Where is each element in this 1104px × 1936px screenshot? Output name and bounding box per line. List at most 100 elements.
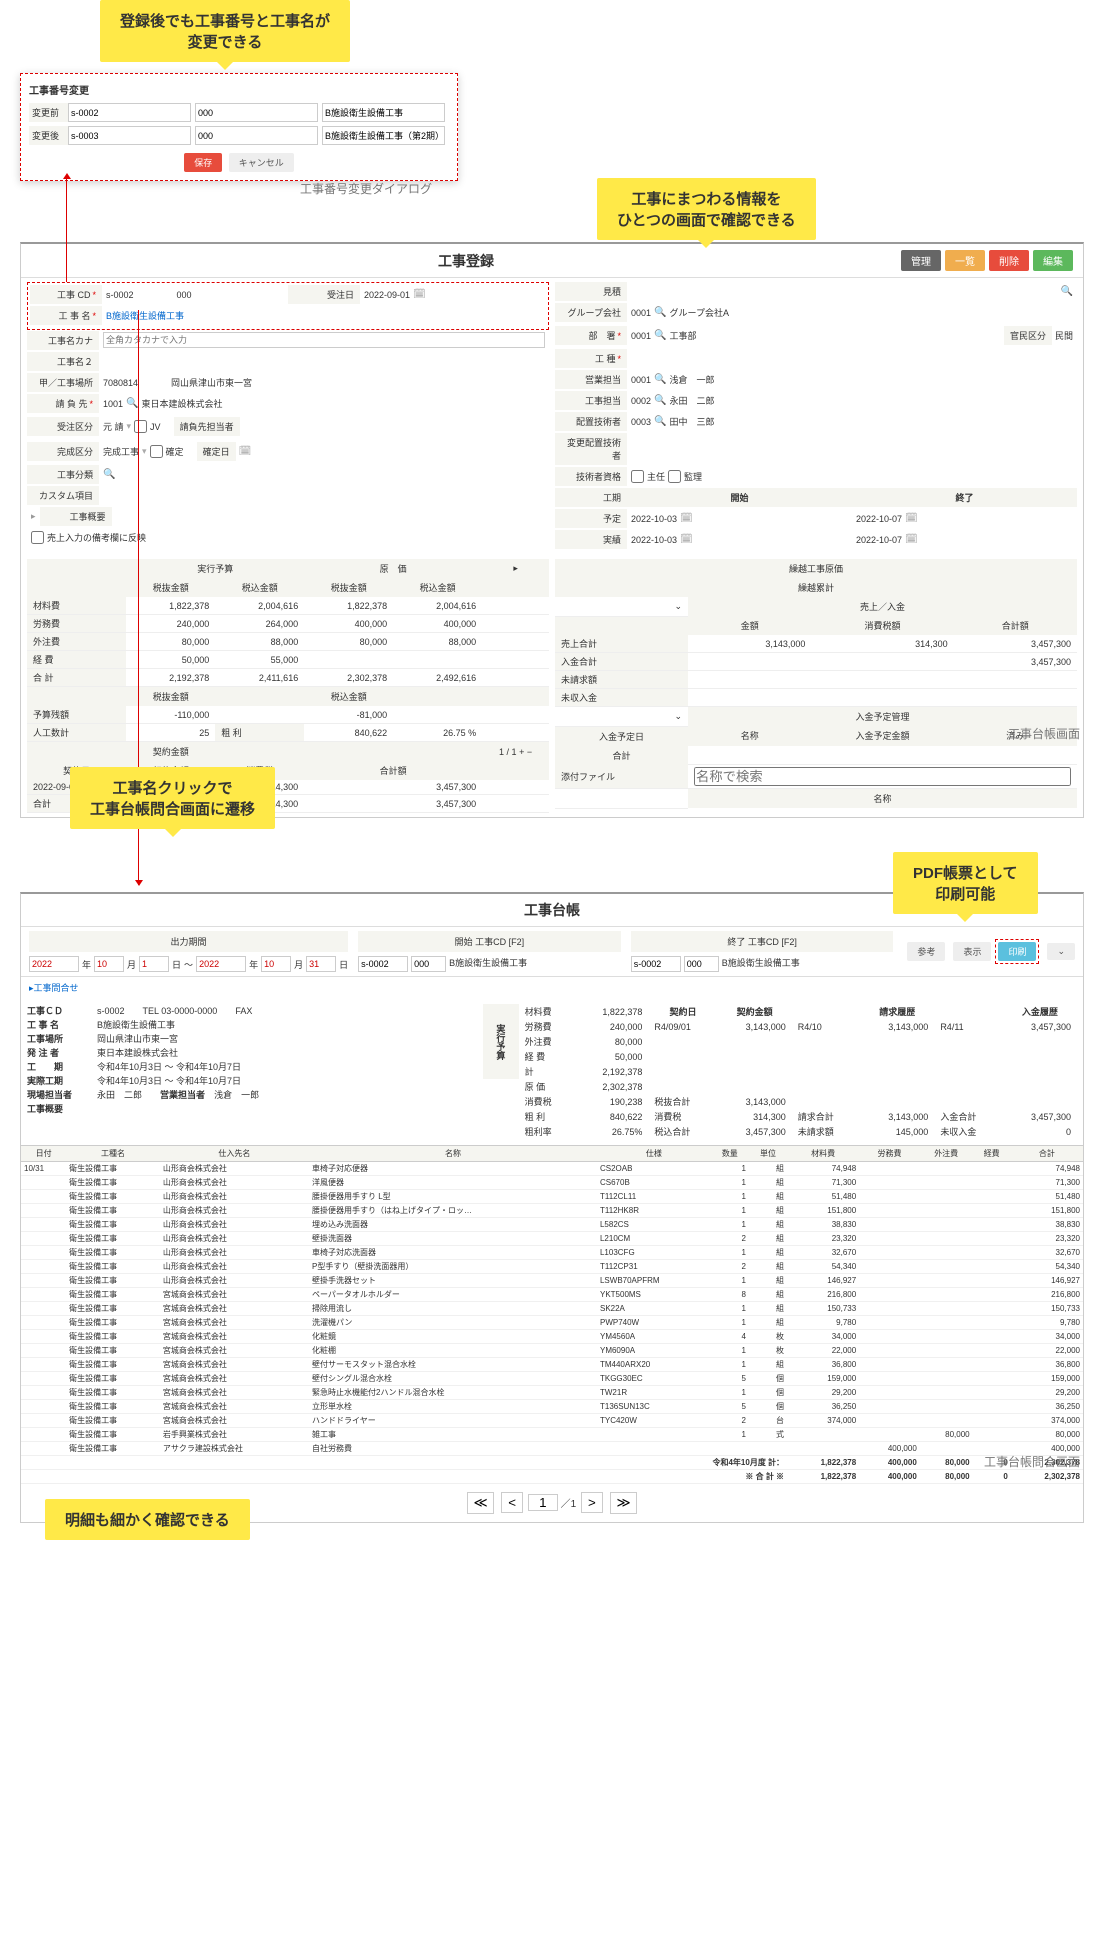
dialog-cancel-button[interactable]: キャンセル bbox=[229, 153, 294, 172]
table-row: 衛生設備工事宮城商会株式会社壁付シングル混合水栓TKGG30EC5個159,00… bbox=[21, 1372, 1083, 1386]
list-button[interactable]: 一覧 bbox=[945, 250, 985, 271]
carry-sales-table: 繰越工事原価 繰越累計 ⌄売上／入金 金額消費税額合計額 売上合計3,143,0… bbox=[555, 559, 1077, 809]
group-label: グループ会社 bbox=[555, 303, 627, 322]
search-icon[interactable]: 🔍 bbox=[654, 307, 666, 318]
name-label: 工 事 名* bbox=[30, 306, 102, 325]
endcd-input[interactable] bbox=[631, 956, 681, 972]
type-label: 工 種* bbox=[555, 349, 627, 368]
show-button[interactable]: 表示 bbox=[953, 942, 991, 961]
dialog-caption: 工事番号変更ダイアログ bbox=[300, 180, 432, 197]
y2-input[interactable] bbox=[196, 956, 246, 972]
table-row: 衛生設備工事山形商会株式会社車椅子対応洗面器L103CFG1組32,67032,… bbox=[21, 1246, 1083, 1260]
endsub-input[interactable] bbox=[684, 956, 719, 972]
sales-reflect-checkbox[interactable] bbox=[31, 531, 44, 544]
d2-input[interactable] bbox=[306, 956, 336, 972]
calendar-icon[interactable]: 🗓 bbox=[905, 534, 918, 545]
fixed-checkbox[interactable] bbox=[150, 445, 163, 458]
search-icon[interactable]: 🔍 bbox=[126, 398, 138, 409]
before-sub-input[interactable] bbox=[195, 103, 318, 122]
search-icon[interactable]: 🔍 bbox=[1061, 286, 1073, 297]
period-label: 出力期間 bbox=[29, 931, 348, 952]
prev-button[interactable]: < bbox=[501, 1492, 523, 1513]
quote-label: 見積 bbox=[555, 282, 627, 301]
delete-button[interactable]: 削除 bbox=[989, 250, 1029, 271]
search-icon[interactable]: 🔍 bbox=[654, 416, 666, 427]
search-icon[interactable]: 🔍 bbox=[103, 469, 115, 480]
qual1-checkbox[interactable] bbox=[631, 470, 644, 483]
const-label: 工事担当 bbox=[555, 391, 627, 410]
ref-button[interactable]: 参考 bbox=[907, 942, 945, 961]
expand-icon[interactable]: ▸ bbox=[27, 511, 40, 522]
table-row: 衛生設備工事宮城商会株式会社壁付サーモスタット混合水栓TM440ARX201組3… bbox=[21, 1358, 1083, 1372]
name-link[interactable]: B施設衛生設備工事 bbox=[106, 309, 184, 322]
table-row: 衛生設備工事山形商会株式会社腰掛便器用手すり L型T112CL111組51,48… bbox=[21, 1190, 1083, 1204]
before-name-input[interactable] bbox=[322, 103, 445, 122]
calendar-icon[interactable]: 🗓 bbox=[905, 513, 918, 524]
remove-icon[interactable]: − bbox=[527, 747, 532, 757]
inquiry-link[interactable]: ▸工事問合せ bbox=[29, 983, 79, 993]
table-row: 衛生設備工事山形商会株式会社壁掛手洗器セットLSWB70APFRM1組146,9… bbox=[21, 1274, 1083, 1288]
attach-search-input[interactable] bbox=[694, 767, 1071, 786]
period-label: 工期 bbox=[555, 488, 627, 507]
table-row: 衛生設備工事山形商会株式会社P型手すり（壁掛洗面器用）T112CP312組54,… bbox=[21, 1260, 1083, 1274]
expand-icon[interactable]: ⌄ bbox=[555, 707, 688, 727]
table-row: 10/31衛生設備工事山形商会株式会社車椅子対応便器CS2OAB1組74,948… bbox=[21, 1162, 1083, 1176]
arrow-dialog-to-cd bbox=[66, 178, 67, 282]
table-row: 衛生設備工事宮城商会株式会社ペーパータオルホルダーYKT500MS8組216,8… bbox=[21, 1288, 1083, 1302]
callout-pdf: PDF帳票として 印刷可能 bbox=[893, 852, 1038, 914]
qual2-checkbox[interactable] bbox=[668, 470, 681, 483]
chevron-down-icon[interactable]: ▾ bbox=[127, 421, 132, 432]
next-button[interactable]: > bbox=[581, 1492, 603, 1513]
chevron-down-icon[interactable]: ▾ bbox=[142, 446, 147, 457]
before-cd-input[interactable] bbox=[68, 103, 191, 122]
jv-checkbox[interactable] bbox=[134, 420, 147, 433]
edit-button[interactable]: 編集 bbox=[1033, 250, 1073, 271]
search-icon[interactable]: 🔍 bbox=[654, 374, 666, 385]
cd-value: s-0002 bbox=[106, 290, 134, 300]
sales-label: 営業担当 bbox=[555, 370, 627, 389]
order-label: 受注区分 bbox=[27, 417, 99, 436]
panel1-caption: 工事台帳画面 bbox=[1008, 725, 1080, 742]
after-sub-input[interactable] bbox=[195, 126, 318, 145]
startsub-input[interactable] bbox=[411, 956, 446, 972]
after-cd-input[interactable] bbox=[68, 126, 191, 145]
table-row: 衛生設備工事宮城商会株式会社洗濯機パンPWP740W1組9,7809,780 bbox=[21, 1316, 1083, 1330]
table-row: 衛生設備工事山形商会株式会社壁掛洗面器L210CM2組23,32023,320 bbox=[21, 1232, 1083, 1246]
startcd-input[interactable] bbox=[358, 956, 408, 972]
calendar-icon[interactable]: 🗓 bbox=[239, 446, 252, 457]
expand-icon[interactable]: ⌄ bbox=[555, 597, 688, 616]
place-value: 岡山県津山市東一宮 bbox=[171, 376, 252, 389]
page-input[interactable] bbox=[528, 1494, 558, 1511]
more-button[interactable]: ⌄ bbox=[1047, 943, 1075, 960]
dialog-save-button[interactable]: 保存 bbox=[184, 153, 222, 172]
register-panel: 工事登録 管理 一覧 削除 編集 工事 CD* s-0002000 受注日 20… bbox=[20, 242, 1084, 818]
search-icon[interactable]: 🔍 bbox=[654, 330, 666, 341]
expand-icon[interactable]: ▸ bbox=[482, 559, 549, 578]
calendar-icon[interactable]: 🗓 bbox=[413, 289, 426, 300]
search-icon[interactable]: 🔍 bbox=[654, 395, 666, 406]
m2-input[interactable] bbox=[261, 956, 291, 972]
panel2-caption: 工事台帳問合画面 bbox=[984, 1453, 1080, 1470]
client-cd: 1001 bbox=[103, 399, 123, 409]
custom-label: カスタム項目 bbox=[27, 486, 99, 505]
y1-input[interactable] bbox=[29, 956, 79, 972]
endcd-label: 終了 工事CD [F2] bbox=[631, 931, 894, 952]
manage-button[interactable]: 管理 bbox=[901, 250, 941, 271]
m1-input[interactable] bbox=[94, 956, 124, 972]
calendar-icon[interactable]: 🗓 bbox=[680, 534, 693, 545]
calendar-icon[interactable]: 🗓 bbox=[680, 513, 693, 524]
panel1-title: 工事登録 bbox=[31, 251, 901, 271]
cat-label: 工事分類 bbox=[27, 465, 99, 484]
print-button[interactable]: 印刷 bbox=[998, 942, 1036, 961]
place-label: 甲／工事場所 bbox=[27, 373, 99, 392]
after-name-input[interactable] bbox=[322, 126, 445, 145]
add-icon[interactable]: + bbox=[519, 747, 524, 757]
last-button[interactable]: ≫ bbox=[610, 1492, 638, 1514]
first-button[interactable]: ≪ bbox=[467, 1492, 495, 1514]
d1-input[interactable] bbox=[139, 956, 169, 972]
kana-input[interactable] bbox=[103, 332, 545, 348]
dialog-title: 工事番号変更 bbox=[29, 82, 449, 97]
summary-label: 工事概要 bbox=[40, 507, 112, 526]
table-row: 衛生設備工事宮城商会株式会社掃除用流しSK22A1組150,733150,733 bbox=[21, 1302, 1083, 1316]
comp-label: 完成区分 bbox=[27, 442, 99, 461]
